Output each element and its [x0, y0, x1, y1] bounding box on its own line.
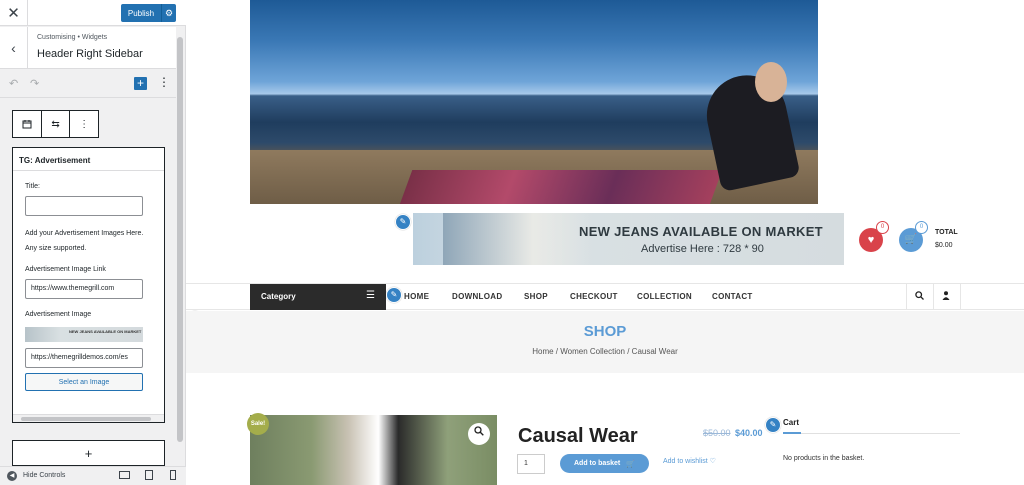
transform-icon[interactable]: ⇆ — [42, 111, 71, 137]
nav-contact[interactable]: CONTACT — [712, 292, 753, 301]
customizer-footer: ◀ Hide Controls — [0, 466, 186, 485]
wishlist-count: 0 — [876, 221, 889, 234]
add-to-wishlist-link[interactable]: Add to wishlist ♡ — [663, 457, 716, 465]
nav-download[interactable]: DOWNLOAD — [452, 292, 502, 301]
product-image[interactable] — [250, 415, 497, 485]
cart-widget-title: Cart — [783, 418, 800, 427]
divider — [13, 170, 164, 171]
customizer-screen: ✕ Publish ⚙ ‹ Customising • Widgets Head… — [0, 0, 1024, 485]
menu-icon[interactable]: ☰ — [366, 290, 375, 301]
section-header: ‹ Customising • Widgets Header Right Sid… — [0, 27, 177, 69]
divider — [960, 284, 961, 310]
nav-checkout[interactable]: CHECKOUT — [570, 292, 618, 301]
back-arrow-icon[interactable]: ‹ — [0, 27, 28, 69]
breadcrumb[interactable]: Home / Women Collection / Causal Wear — [186, 347, 1024, 356]
redo-icon[interactable]: ↷ — [30, 77, 39, 90]
category-menu-button[interactable]: Category ☰ — [250, 284, 386, 310]
zoom-icon[interactable] — [468, 423, 490, 445]
hero-figure-head — [755, 62, 787, 102]
divider — [783, 433, 960, 434]
gear-icon[interactable]: ⚙ — [162, 4, 176, 22]
divider — [906, 284, 907, 310]
edit-pencil-icon[interactable]: ✎ — [395, 214, 411, 230]
old-price: $50.00 — [703, 428, 731, 438]
sale-price: $40.00 — [735, 428, 763, 438]
image-link-field[interactable]: https://www.themegrill.com — [25, 279, 143, 299]
mobile-preview-icon[interactable] — [170, 470, 176, 480]
divider — [933, 284, 934, 310]
horizontal-scrollbar[interactable] — [13, 414, 164, 422]
add-to-basket-button[interactable]: Add to basket 🛒 — [560, 454, 649, 473]
category-label: Category — [261, 292, 296, 301]
vertical-scrollbar[interactable] — [176, 27, 185, 467]
select-image-button[interactable]: Select an Image — [25, 373, 143, 391]
hide-controls-button[interactable]: Hide Controls — [23, 472, 65, 479]
advertisement-widget: TG: Advertisement Title: Add your Advert… — [12, 147, 165, 423]
block-toolbar: ⇆ ⋮ — [12, 110, 99, 138]
calendar-icon[interactable] — [13, 111, 42, 137]
editor-toolbar: ↶ ↷ — [0, 70, 177, 98]
title-field[interactable] — [25, 196, 143, 216]
widget-description: Add your Advertisement Images Here. Any … — [25, 230, 144, 252]
block-options-icon[interactable]: ⋮ — [70, 111, 98, 137]
scrollbar-thumb[interactable] — [21, 417, 151, 421]
link-label: Advertisement Image Link — [25, 266, 106, 273]
desktop-preview-icon[interactable] — [119, 471, 130, 479]
breadcrumb: Customising • Widgets — [37, 34, 108, 41]
add-block-button[interactable]: + — [12, 440, 165, 466]
undo-icon[interactable]: ↶ — [9, 77, 18, 90]
nav-shop[interactable]: SHOP — [524, 292, 548, 301]
image-label: Advertisement Image — [25, 311, 92, 318]
add-to-basket-label[interactable]: Add to basket — [574, 460, 620, 467]
quantity-field[interactable]: 1 — [517, 454, 545, 474]
ad-headline: NEW JEANS AVAILABLE ON MARKET — [579, 224, 823, 239]
cart-icon: 🛒 — [626, 460, 635, 468]
title-label: Title: — [25, 183, 40, 190]
nav-collection[interactable]: COLLECTION — [637, 292, 692, 301]
sale-badge: Sale! — [247, 413, 269, 435]
hide-controls-icon[interactable]: ◀ — [7, 471, 17, 481]
publish-label[interactable]: Publish — [121, 4, 162, 22]
user-icon[interactable] — [942, 291, 950, 303]
thumb-text: NEW JEANS AVAILABLE ON MARKET — [69, 329, 142, 334]
nav-home[interactable]: HOME — [404, 292, 429, 301]
search-icon[interactable] — [915, 291, 924, 303]
tablet-preview-icon[interactable] — [145, 470, 153, 480]
add-block-toggle-button[interactable]: + — [134, 77, 147, 90]
divider-accent — [783, 432, 801, 434]
close-icon[interactable]: ✕ — [0, 0, 28, 26]
image-url-field[interactable]: https://themegrilldemos.com/es — [25, 348, 143, 368]
page-title: SHOP — [583, 323, 627, 340]
cart-count: 0 — [915, 221, 928, 234]
customizer-topbar: ✕ Publish ⚙ — [0, 0, 186, 26]
section-title: Header Right Sidebar — [37, 48, 143, 60]
header-image — [250, 0, 818, 204]
advertisement-image-preview: NEW JEANS AVAILABLE ON MARKET — [25, 327, 143, 342]
ad-image — [443, 213, 593, 265]
advertisement-banner[interactable]: NEW JEANS AVAILABLE ON MARKET Advertise … — [413, 213, 844, 265]
cart-empty-message: No products in the basket. — [783, 455, 865, 462]
cart-total-label: TOTAL — [935, 229, 958, 236]
cart-total-value: $0.00 — [935, 242, 953, 249]
more-options-icon[interactable]: ⋮ — [158, 75, 170, 89]
publish-button[interactable]: Publish ⚙ — [121, 4, 176, 22]
scrollbar-thumb[interactable] — [177, 37, 183, 442]
page-header-band: SHOP Home / Women Collection / Causal We… — [186, 311, 1024, 373]
product-title: Causal Wear — [518, 425, 638, 447]
hero-mat — [397, 170, 723, 204]
widget-title: TG: Advertisement — [19, 156, 91, 165]
ad-subline: Advertise Here : 728 * 90 — [641, 243, 764, 255]
customizer-sidebar: ✕ Publish ⚙ ‹ Customising • Widgets Head… — [0, 0, 186, 485]
edit-pencil-icon[interactable]: ✎ — [386, 287, 402, 303]
edit-pencil-icon[interactable]: ✎ — [765, 417, 781, 433]
